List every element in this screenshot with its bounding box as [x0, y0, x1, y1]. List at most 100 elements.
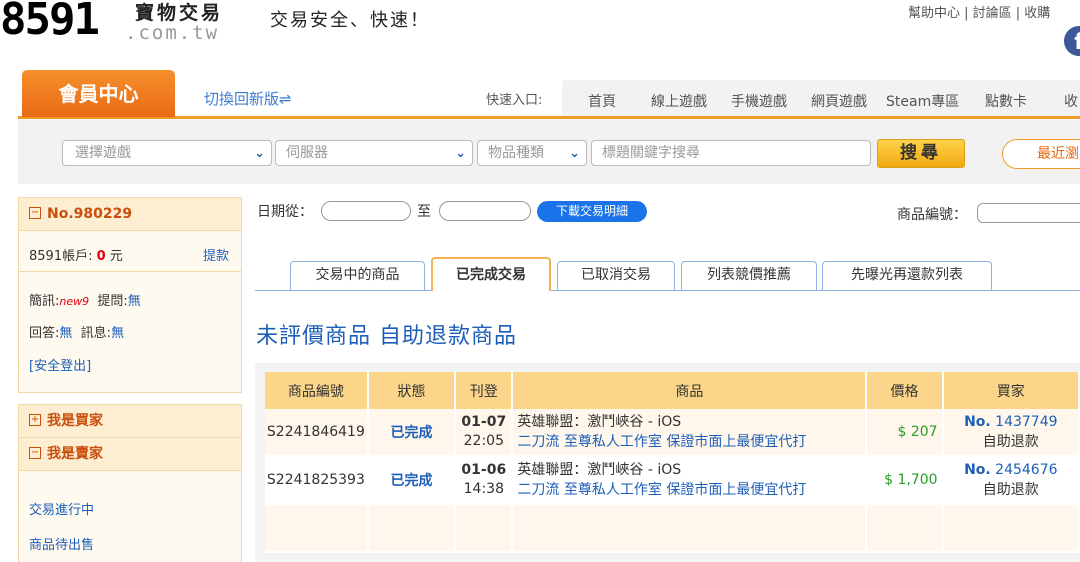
questions-value: 無	[127, 294, 141, 309]
buyer-no-link[interactable]: 1437749	[995, 414, 1057, 430]
messages-row: 簡訊:new9 提問:無	[29, 290, 141, 309]
seller-section-header[interactable]: − 我是賣家	[19, 438, 241, 470]
col-header-id: 商品編號	[265, 372, 369, 409]
collapse-icon[interactable]: −	[29, 207, 41, 219]
keyword-search-placeholder: 標題關鍵字搜尋	[602, 145, 700, 161]
quick-link-point-cards[interactable]: 點數卡	[985, 91, 1027, 111]
recent-view-button[interactable]: 最近瀏	[1002, 139, 1080, 169]
chevron-down-icon: ⌄	[455, 146, 466, 161]
expand-icon[interactable]: +	[29, 414, 41, 426]
nav-underline	[18, 116, 1080, 119]
tab-exposure-refund[interactable]: 先曝光再還款列表	[822, 261, 992, 290]
replies-value: 無	[59, 326, 73, 341]
order-id: S2241825393	[265, 456, 369, 505]
game-select-placeholder: 選擇遊戲	[75, 145, 131, 161]
account-number: No.980229	[47, 206, 133, 222]
messages-new-badge: new9	[59, 295, 90, 308]
facebook-icon[interactable]: f	[1064, 26, 1080, 56]
order-buyer: No. 2454676 自助退款	[942, 456, 1080, 505]
quick-link-more[interactable]: 收	[1064, 91, 1078, 111]
logo-number[interactable]: 8591	[0, 0, 100, 45]
order-date: 01-07	[461, 414, 507, 430]
order-title-link[interactable]: 二刀流 至尊私人工作室 保證市面上最便宜代打	[517, 482, 806, 498]
self-refund-link[interactable]: 自助退款	[983, 434, 1039, 450]
table-row	[265, 504, 1080, 553]
switch-version-link[interactable]: 切換回新版⇌	[204, 88, 292, 109]
date-from-input[interactable]	[321, 201, 411, 221]
game-select[interactable]: 選擇遊戲 ⌄	[62, 140, 272, 166]
keyword-search-input[interactable]: 標題關鍵字搜尋	[591, 140, 871, 166]
table-header-row: 商品編號 狀態 刊登 商品 價格 買家	[265, 372, 1080, 409]
order-date: 01-06	[461, 462, 507, 478]
col-header-listed: 刊登	[455, 372, 514, 409]
order-listed: 01-06 14:38	[455, 456, 514, 505]
order-id: S2241846419	[265, 409, 369, 457]
account-number-header[interactable]: − No.980229	[19, 198, 241, 230]
tab-completed[interactable]: 已完成交易	[431, 257, 551, 291]
quick-link-home[interactable]: 首頁	[588, 91, 616, 111]
section-title: 未評價商品 自助退款商品	[256, 324, 517, 349]
buyer-no-label: No.	[964, 414, 991, 430]
tab-bid-recommend[interactable]: 列表競價推薦	[681, 261, 817, 290]
date-to-input[interactable]	[439, 201, 531, 221]
buyer-no-label: No.	[964, 462, 991, 478]
order-goods: 英雄聯盟：激鬥峽谷 - iOS 二刀流 至尊私人工作室 保證市面上最便宜代打	[512, 456, 868, 505]
quick-link-online-games[interactable]: 線上遊戲	[651, 91, 707, 111]
seller-section-label: 我是賣家	[47, 446, 103, 462]
collapse-icon[interactable]: −	[29, 447, 41, 459]
product-number-input[interactable]	[977, 203, 1080, 223]
role-panel: + 我是買家 − 我是賣家 交易進行中 商品待出售	[18, 404, 242, 562]
member-center-tab[interactable]: 會員中心	[22, 70, 175, 117]
replies-link[interactable]: 回答:	[29, 326, 59, 341]
date-from-label: 日期從：	[257, 204, 313, 220]
order-status: 已完成	[367, 409, 457, 457]
seller-item-in-progress[interactable]: 交易進行中	[29, 499, 94, 518]
item-type-select[interactable]: 物品種類 ⌄	[477, 140, 587, 166]
tab-cancelled[interactable]: 已取消交易	[557, 261, 675, 290]
orders-table: 商品編號 狀態 刊登 商品 價格 買家 S2241846419 已完成 01-0…	[265, 372, 1080, 553]
col-header-buyer: 買家	[942, 372, 1080, 409]
notices-value: 無	[111, 326, 125, 341]
order-status: 已完成	[367, 456, 457, 505]
balance-value: 0	[96, 249, 106, 264]
order-listed: 01-07 22:05	[455, 409, 514, 457]
buyer-section-header[interactable]: + 我是買家	[19, 405, 241, 437]
quick-link-mobile-games[interactable]: 手機遊戲	[731, 91, 787, 111]
order-goods: 英雄聯盟：激鬥峽谷 - iOS 二刀流 至尊私人工作室 保證市面上最便宜代打	[512, 409, 868, 457]
balance-unit: 元	[109, 249, 123, 264]
table-row: S2241846419 已完成 01-07 22:05 英雄聯盟：激鬥峽谷 - …	[265, 409, 1080, 457]
download-details-button[interactable]: 下載交易明細	[537, 201, 647, 222]
balance-label: 8591帳戶:	[29, 249, 93, 264]
seller-item-pending-sale[interactable]: 商品待出售	[29, 534, 94, 553]
date-to-label: 至	[417, 204, 431, 220]
order-buyer: No. 1437749 自助退款	[942, 409, 1080, 457]
tab-trading[interactable]: 交易中的商品	[290, 261, 425, 290]
order-time: 22:05	[463, 433, 504, 449]
chevron-down-icon: ⌄	[569, 146, 580, 161]
notices-link[interactable]: 訊息:	[81, 326, 111, 341]
tabs-baseline	[255, 290, 1080, 291]
order-time: 14:38	[463, 481, 504, 497]
buyer-no-link[interactable]: 2454676	[995, 462, 1057, 478]
buyer-section-label: 我是買家	[47, 413, 103, 429]
order-game: 英雄聯盟：激鬥峽谷 - iOS	[517, 414, 682, 430]
item-type-select-placeholder: 物品種類	[488, 145, 544, 161]
messages-link[interactable]: 簡訊:	[29, 294, 59, 309]
order-price: $ 207	[866, 409, 944, 457]
order-title-link[interactable]: 二刀流 至尊私人工作室 保證市面上最便宜代打	[517, 434, 806, 450]
quick-link-steam[interactable]: Steam專區	[886, 91, 959, 111]
order-game: 英雄聯盟：激鬥峽谷 - iOS	[517, 462, 682, 478]
quick-link-web-games[interactable]: 網頁遊戲	[811, 91, 867, 111]
table-row: S2241825393 已完成 01-06 14:38 英雄聯盟：激鬥峽谷 - …	[265, 456, 1080, 505]
search-button[interactable]: 搜尋	[877, 139, 965, 168]
server-select[interactable]: 伺服器 ⌄	[275, 140, 473, 166]
withdraw-link[interactable]: 提款	[203, 245, 229, 264]
self-refund-link[interactable]: 自助退款	[983, 482, 1039, 498]
balance-row: 8591帳戶: 0 元	[29, 245, 123, 264]
logout-link[interactable]: [安全登出]	[29, 355, 91, 374]
product-number-label: 商品編號：	[897, 207, 967, 223]
top-links[interactable]: 幫助中心 | 討論區 | 收購	[908, 2, 1050, 21]
questions-link[interactable]: 提問:	[97, 294, 127, 309]
col-header-price: 價格	[866, 372, 944, 409]
logo-domain: .com.tw	[125, 22, 220, 44]
